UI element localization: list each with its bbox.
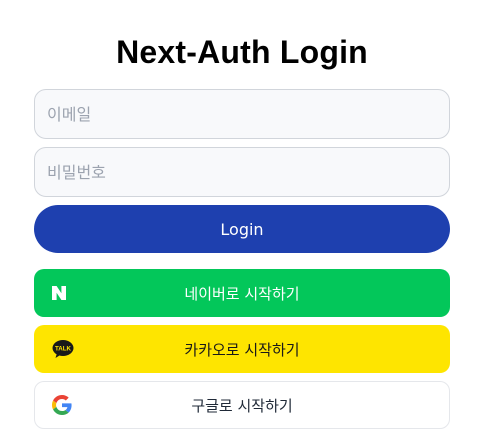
- kakao-login-label: 카카오로 시작하기: [184, 340, 300, 359]
- naver-login-button[interactable]: 네이버로 시작하기: [34, 269, 450, 317]
- login-page: Next-Auth Login Login 네이버로 시작하기 TALK 카카오…: [0, 0, 488, 442]
- password-field[interactable]: [34, 147, 450, 197]
- google-g-icon: [52, 395, 72, 415]
- kakao-login-button[interactable]: TALK 카카오로 시작하기: [34, 325, 450, 373]
- login-button[interactable]: Login: [34, 205, 450, 253]
- kakao-talk-badge-text: TALK: [55, 345, 72, 352]
- google-login-label: 구글로 시작하기: [191, 396, 293, 415]
- email-field[interactable]: [34, 89, 450, 139]
- google-login-button[interactable]: 구글로 시작하기: [34, 381, 450, 429]
- page-title: Next-Auth Login: [116, 34, 368, 70]
- naver-n-icon: [51, 285, 67, 301]
- kakao-talk-icon: TALK: [51, 338, 75, 360]
- naver-login-label: 네이버로 시작하기: [184, 284, 300, 303]
